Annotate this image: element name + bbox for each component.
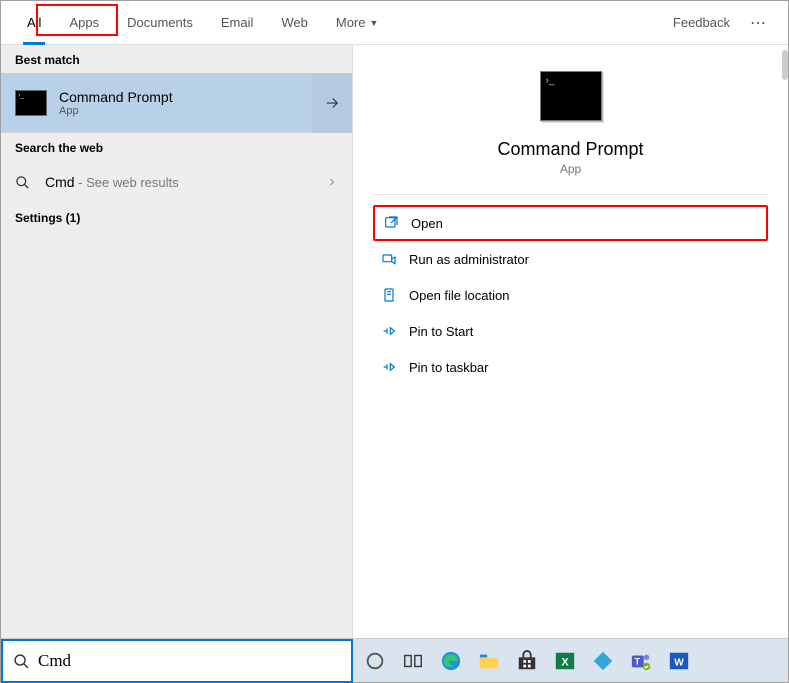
search-input[interactable] — [38, 651, 341, 671]
taskbar-edge-icon[interactable] — [437, 647, 465, 675]
pin-icon — [381, 323, 397, 339]
search-web-header: Search the web — [1, 133, 352, 161]
taskbar-store-icon[interactable] — [513, 647, 541, 675]
feedback-link[interactable]: Feedback — [663, 15, 740, 30]
scrollbar[interactable] — [782, 50, 788, 80]
taskbar-cortana-icon[interactable] — [361, 647, 389, 675]
tab-apps[interactable]: Apps — [55, 1, 113, 45]
action-label: Open — [411, 216, 443, 231]
taskbar-explorer-icon[interactable] — [475, 647, 503, 675]
action-label: Pin to Start — [409, 324, 473, 339]
action-run-admin[interactable]: Run as administrator — [373, 241, 768, 277]
more-options-button[interactable]: ⋯ — [740, 13, 776, 33]
action-pin-taskbar[interactable]: Pin to taskbar — [373, 349, 768, 385]
taskbar-word-icon[interactable]: W — [665, 647, 693, 675]
taskbar-excel-icon[interactable]: X — [551, 647, 579, 675]
taskbar-taskview-icon[interactable] — [399, 647, 427, 675]
settings-header: Settings (1) — [1, 203, 352, 231]
pin-icon — [381, 359, 397, 375]
results-panel: Best match Command Prompt App Search the… — [1, 45, 353, 638]
svg-text:W: W — [674, 657, 684, 668]
tab-more[interactable]: More ▼ — [322, 1, 393, 45]
admin-icon — [381, 251, 397, 267]
action-pin-start[interactable]: Pin to Start — [373, 313, 768, 349]
best-match-header: Best match — [1, 45, 352, 73]
web-result-suffix: - See web results — [75, 175, 179, 190]
best-match-item[interactable]: Command Prompt App — [1, 73, 352, 133]
taskbar: X T W — [353, 639, 788, 682]
taskbar-kodi-icon[interactable] — [589, 647, 617, 675]
chevron-right-icon — [326, 176, 338, 188]
action-label: Run as administrator — [409, 252, 529, 267]
action-label: Open file location — [409, 288, 509, 303]
best-match-subtitle: App — [59, 105, 300, 117]
action-open-location[interactable]: Open file location — [373, 277, 768, 313]
open-icon — [383, 215, 399, 231]
command-prompt-icon — [15, 90, 47, 116]
folder-icon — [381, 287, 397, 303]
actions-list: Open Run as administrator Open file loca… — [353, 195, 788, 395]
tab-email[interactable]: Email — [207, 1, 268, 45]
best-match-title: Command Prompt — [59, 89, 300, 105]
preview-subtitle: App — [560, 162, 581, 176]
search-icon — [15, 175, 33, 190]
tab-web[interactable]: Web — [267, 1, 322, 45]
action-open[interactable]: Open — [373, 205, 768, 241]
search-box[interactable] — [1, 639, 353, 683]
svg-text:T: T — [635, 656, 641, 666]
action-label: Pin to taskbar — [409, 360, 489, 375]
search-filter-tabs: All Apps Documents Email Web More ▼ Feed… — [1, 1, 788, 45]
taskbar-teams-icon[interactable]: T — [627, 647, 655, 675]
best-match-expand-button[interactable] — [312, 73, 352, 133]
tab-documents[interactable]: Documents — [113, 1, 207, 45]
preview-title: Command Prompt — [497, 139, 643, 160]
command-prompt-icon — [540, 71, 602, 121]
svg-text:X: X — [561, 656, 569, 668]
web-result-query: Cmd — [45, 174, 75, 190]
preview-panel: Command Prompt App Open Run as administr… — [353, 45, 788, 638]
tab-all[interactable]: All — [13, 1, 55, 45]
chevron-down-icon: ▼ — [369, 18, 378, 28]
web-result-item[interactable]: Cmd - See web results — [1, 161, 352, 203]
tab-more-label: More — [336, 15, 366, 30]
search-icon — [13, 653, 30, 670]
